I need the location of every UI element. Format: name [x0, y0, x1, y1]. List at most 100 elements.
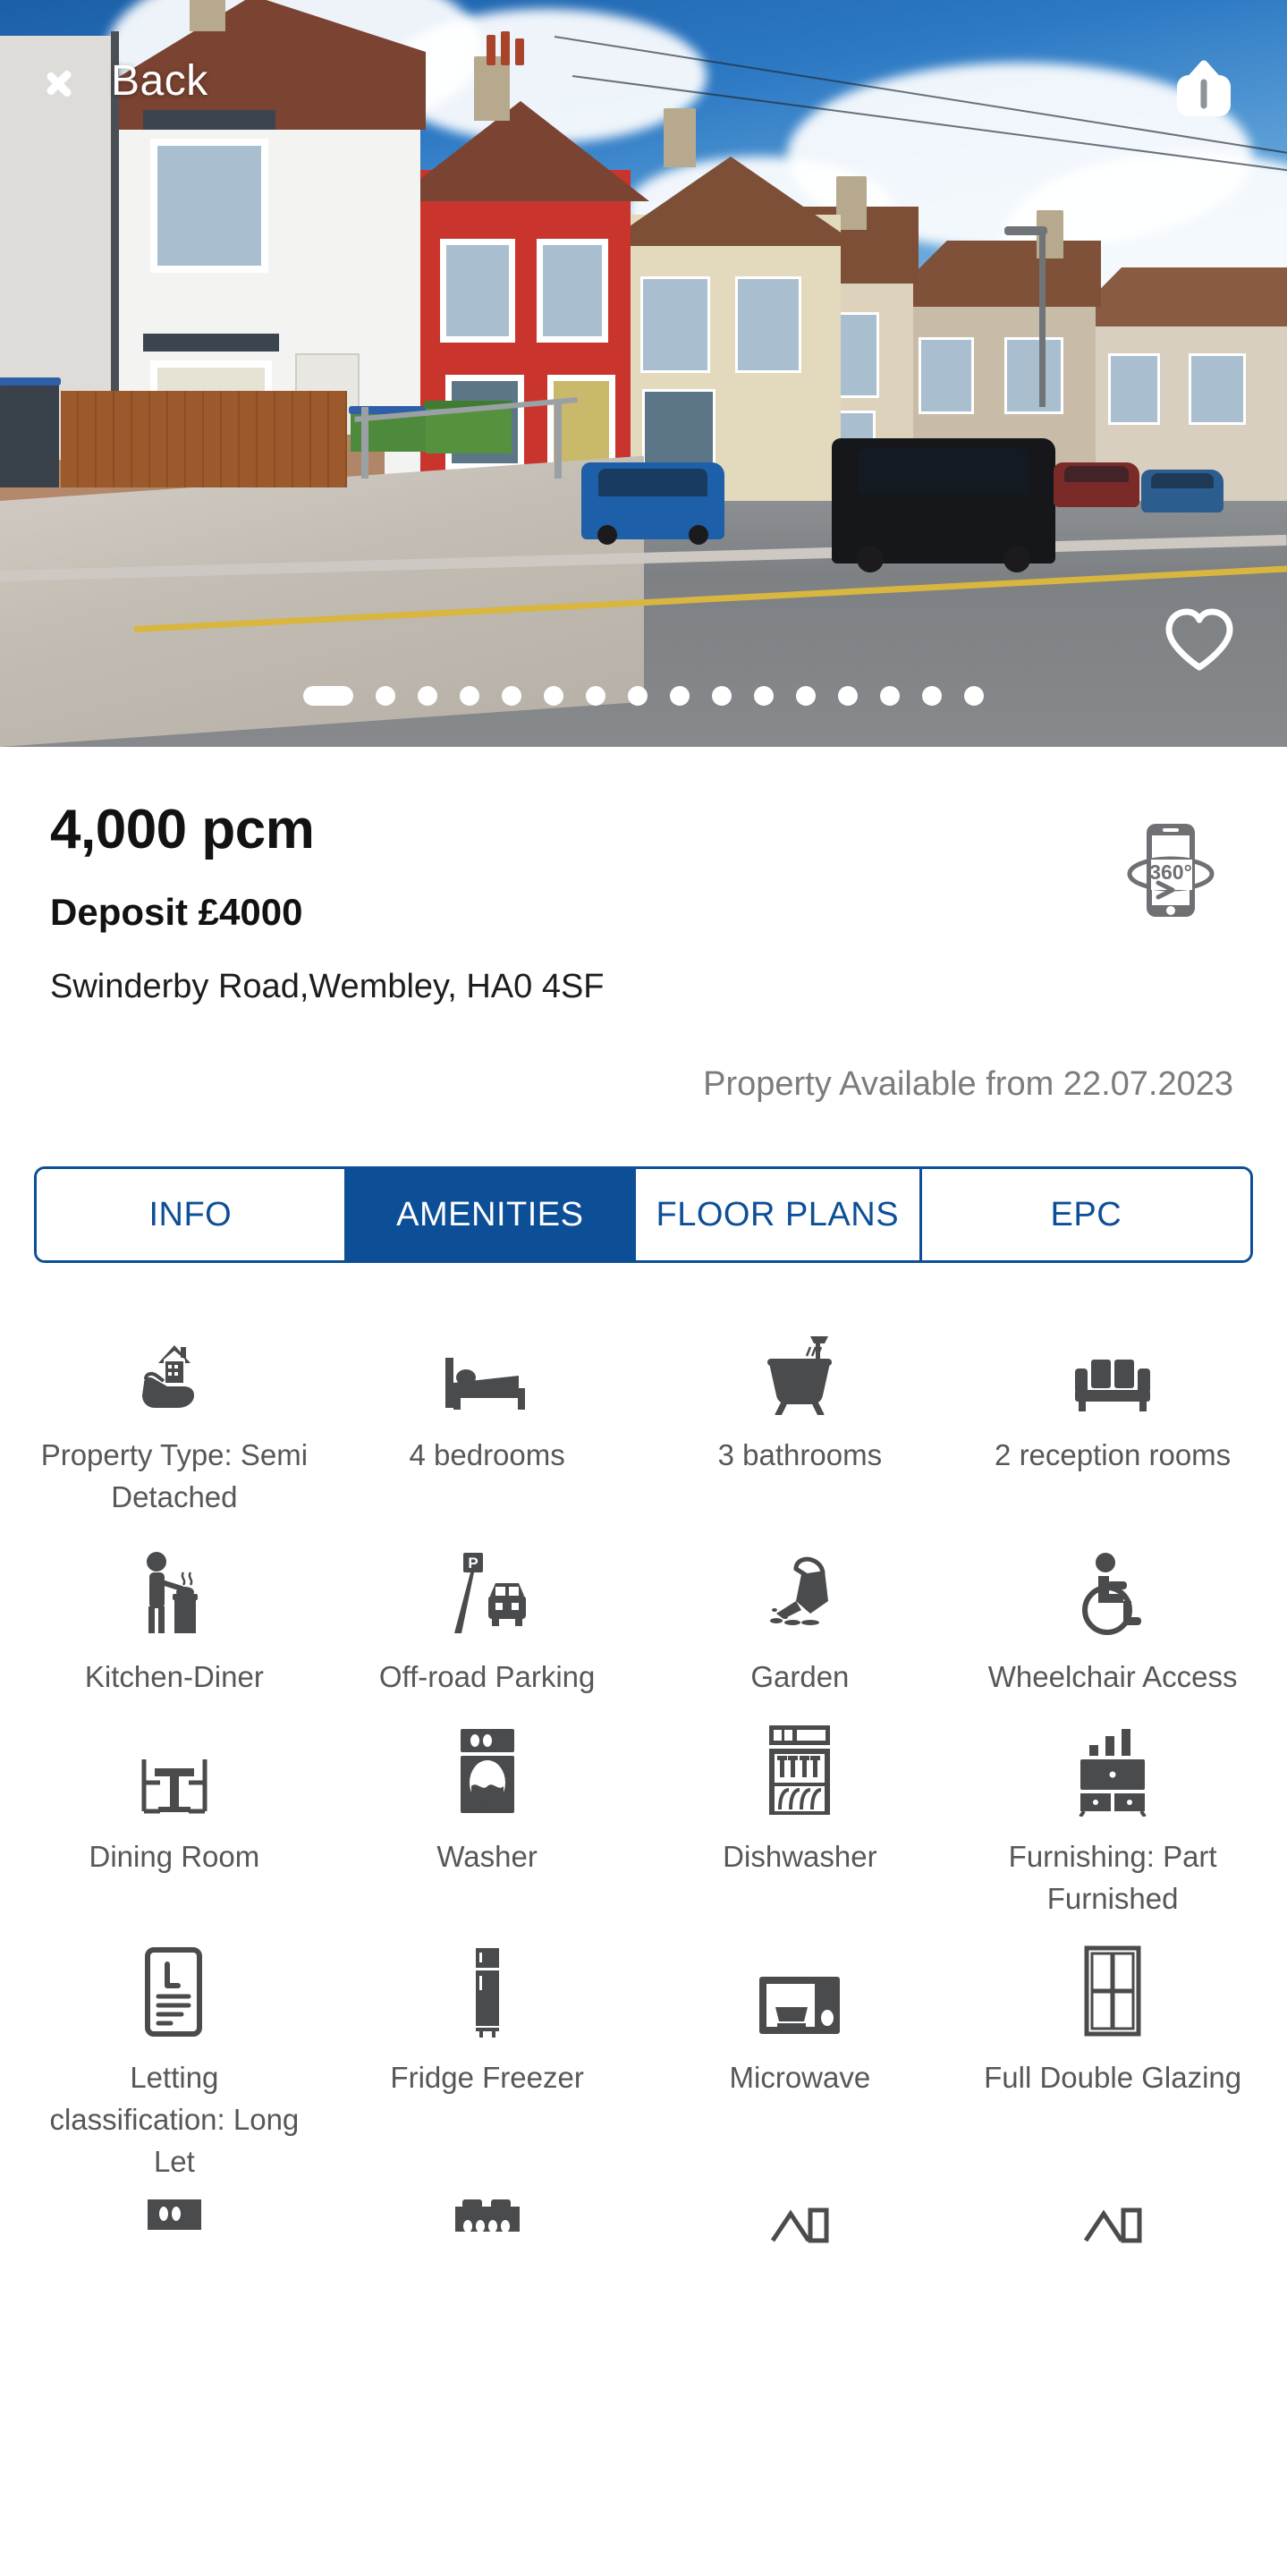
streetlight-arm	[1004, 226, 1047, 235]
carousel-dot[interactable]	[586, 686, 605, 706]
carousel-dot[interactable]	[670, 686, 690, 706]
amenity-label: Garden	[750, 1659, 850, 1693]
carousel-dot[interactable]	[460, 686, 479, 706]
carousel-dot[interactable]	[796, 686, 816, 706]
amenity-label: 3 bathrooms	[717, 1438, 883, 1472]
carousel-dot[interactable]	[838, 686, 858, 706]
amenity-item: Washer	[331, 1707, 644, 1926]
car-wheel	[857, 546, 884, 572]
availability-text: Property Available from 22.07.2023	[703, 1065, 1233, 1104]
window	[537, 239, 608, 343]
carousel-pagination[interactable]	[0, 686, 1287, 706]
svg-text:360°: 360°	[1149, 860, 1192, 884]
amenity-label: 4 bedrooms	[409, 1438, 565, 1472]
carousel-dot[interactable]	[376, 686, 395, 706]
amenity-item: Letting classification: Long Let	[18, 1928, 331, 2189]
amenity-item: 4 bedrooms	[331, 1306, 644, 1524]
window	[1108, 353, 1160, 425]
window	[640, 276, 710, 373]
bathtub-shower-icon	[757, 1322, 842, 1416]
car-blue-far	[1141, 470, 1223, 513]
amenity-label: Wheelchair Access	[987, 1659, 1238, 1693]
heart-outline-icon	[1165, 608, 1233, 671]
hob-cooker-icon	[450, 2198, 525, 2251]
svg-text:P: P	[468, 1555, 478, 1572]
360-tour-button[interactable]: 360°	[1121, 817, 1221, 926]
tab-info[interactable]: INFO	[37, 1169, 347, 1261]
carousel-dot[interactable]	[754, 686, 774, 706]
carousel-dot[interactable]	[303, 686, 353, 706]
amenity-item: Dishwasher	[644, 1707, 957, 1926]
amenity-label: Washer	[436, 1839, 538, 1873]
amenity-label: Property Type: Semi Detached	[40, 1438, 309, 1513]
dishwasher-icon	[764, 1724, 835, 1817]
amenity-label: Furnishing: Part Furnished	[1008, 1839, 1217, 1915]
carousel-dot[interactable]	[628, 686, 648, 706]
wheelie-bin	[0, 377, 61, 487]
washing-machine-icon	[453, 1724, 521, 1817]
amenity-item: Dining Room	[18, 1707, 331, 1926]
car-black	[832, 438, 1055, 572]
window	[1004, 337, 1063, 414]
house-in-hand-icon	[131, 1322, 217, 1415]
chimney	[190, 0, 225, 31]
oven-icon	[140, 2198, 208, 2251]
window	[919, 337, 974, 414]
document-letting-icon	[140, 1945, 208, 2038]
carousel-dot[interactable]	[712, 686, 732, 706]
chimney-pot	[487, 35, 495, 65]
window	[440, 239, 515, 343]
window	[735, 276, 801, 373]
amenity-item: Wheelchair Access	[956, 1528, 1269, 1704]
carousel-dot[interactable]	[964, 686, 984, 706]
360-virtual-tour-icon: 360°	[1127, 824, 1215, 917]
photo-carousel[interactable]: Back	[0, 0, 1287, 747]
car-blue	[581, 462, 724, 545]
tab-amenities[interactable]: AMENITIES	[346, 1169, 636, 1261]
amenity-label: Dining Room	[89, 1839, 260, 1873]
amenity-label: Microwave	[729, 2061, 871, 2095]
window-lintel	[143, 334, 279, 352]
amenity-label: 2 reception rooms	[995, 1438, 1232, 1472]
amenity-label: Full Double Glazing	[984, 2061, 1242, 2095]
share-button[interactable]	[1171, 55, 1237, 122]
wheelchair-icon	[1071, 1544, 1154, 1637]
car-window	[1151, 472, 1214, 489]
amenity-item: P Off-road Parking	[331, 1528, 644, 1704]
car-wheel	[689, 525, 708, 545]
house-feature-icon	[764, 2198, 835, 2251]
tab-floor-plans[interactable]: FLOOR PLANS	[635, 1169, 922, 1261]
detail-tabs[interactable]: INFO AMENITIES FLOOR PLANS EPC	[34, 1166, 1253, 1264]
window-lintel	[143, 110, 275, 130]
tab-epc[interactable]: EPC	[921, 1169, 1250, 1261]
dining-table-icon	[131, 1724, 217, 1817]
person-cooking-icon	[135, 1544, 214, 1637]
bin-lid	[0, 377, 61, 386]
back-button[interactable]: Back	[64, 55, 208, 106]
bed-icon	[442, 1322, 533, 1415]
amenity-item: Microwave	[644, 1928, 957, 2189]
chimney-pot	[515, 38, 524, 65]
car-red	[1054, 462, 1139, 507]
streetlight-pole	[1039, 228, 1046, 407]
amenity-label: Off-road Parking	[378, 1659, 596, 1693]
carousel-dot[interactable]	[502, 686, 521, 706]
carousel-dot[interactable]	[544, 686, 563, 706]
carousel-dot[interactable]	[880, 686, 900, 706]
amenity-item: Furnishing: Part Furnished	[956, 1707, 1269, 1926]
fridge-freezer-icon	[465, 1945, 510, 2038]
chimney	[664, 108, 696, 167]
chimney-pot	[501, 31, 510, 65]
amenity-item-partial	[331, 2192, 644, 2276]
chevron-left-icon	[64, 55, 95, 106]
carousel-dot[interactable]	[922, 686, 942, 706]
favorite-button[interactable]	[1163, 606, 1236, 674]
address: Swinderby Road,Wembley, HA0 4SF	[50, 968, 605, 1006]
amenity-label: Kitchen-Diner	[84, 1659, 264, 1693]
carousel-dot[interactable]	[418, 686, 437, 706]
amenity-item: Property Type: Semi Detached	[18, 1306, 331, 1524]
microwave-icon	[756, 1945, 843, 2038]
house-feature-icon	[1077, 2198, 1148, 2251]
handrail-post	[555, 403, 562, 479]
amenity-item: Full Double Glazing	[956, 1928, 1269, 2189]
